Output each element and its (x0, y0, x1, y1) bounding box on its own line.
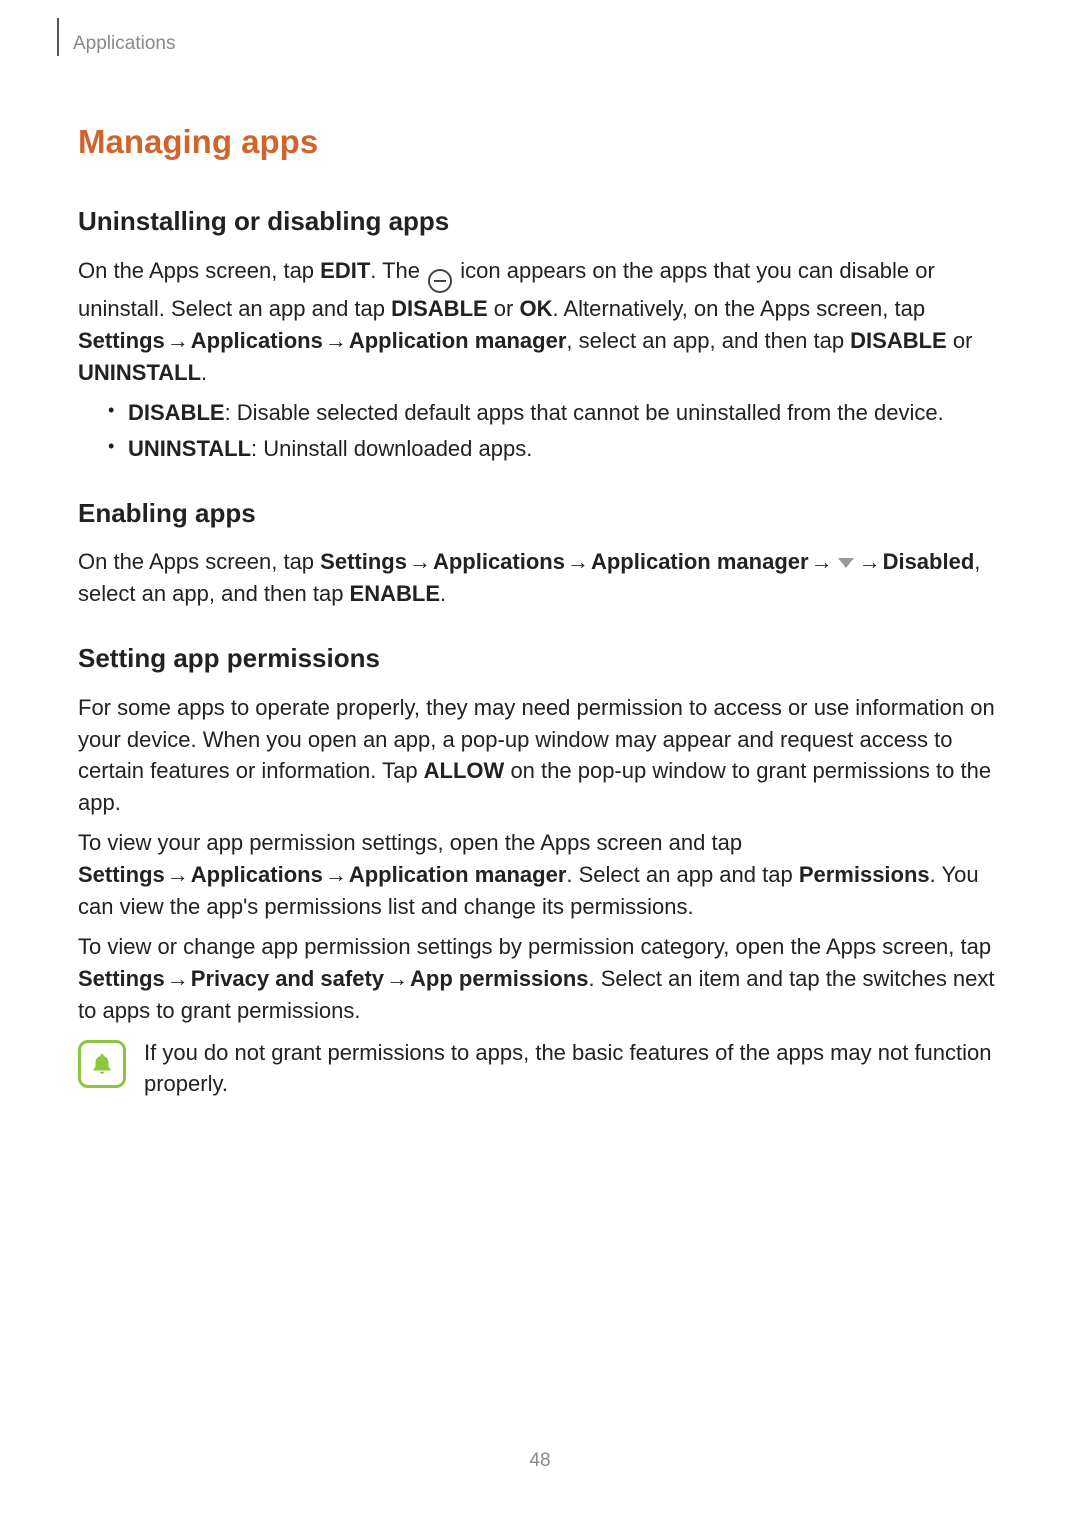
arrow-icon: → (567, 549, 589, 574)
paragraph: To view your app permission settings, op… (78, 827, 1002, 923)
dropdown-icon (838, 558, 854, 568)
note-text: If you do not grant permissions to apps,… (144, 1037, 1002, 1101)
page-number: 48 (0, 1447, 1080, 1475)
arrow-icon: → (386, 966, 408, 991)
paragraph: On the Apps screen, tap EDIT. The icon a… (78, 255, 1002, 389)
arrow-icon: → (859, 549, 881, 574)
minus-circle-icon (428, 269, 452, 293)
bullet-list: DISABLE: Disable selected default apps t… (78, 397, 1002, 465)
section-heading-uninstall: Uninstalling or disabling apps (78, 203, 1002, 241)
note-callout: If you do not grant permissions to apps,… (78, 1037, 1002, 1101)
running-header: Applications (73, 30, 1002, 58)
arrow-icon: → (167, 966, 189, 991)
bell-icon (78, 1040, 126, 1088)
arrow-icon: → (325, 862, 347, 887)
list-item: DISABLE: Disable selected default apps t… (108, 397, 1002, 429)
arrow-icon: → (325, 328, 347, 353)
list-item: UNINSTALL: Uninstall downloaded apps. (108, 433, 1002, 465)
paragraph: To view or change app permission setting… (78, 931, 1002, 1027)
arrow-icon: → (167, 862, 189, 887)
arrow-icon: → (409, 549, 431, 574)
paragraph: For some apps to operate properly, they … (78, 692, 1002, 820)
paragraph: On the Apps screen, tap Settings→Applica… (78, 546, 1002, 610)
section-heading-permissions: Setting app permissions (78, 640, 1002, 678)
arrow-icon: → (811, 549, 833, 574)
arrow-icon: → (167, 328, 189, 353)
page-title: Managing apps (78, 118, 1002, 166)
section-heading-enable: Enabling apps (78, 495, 1002, 533)
